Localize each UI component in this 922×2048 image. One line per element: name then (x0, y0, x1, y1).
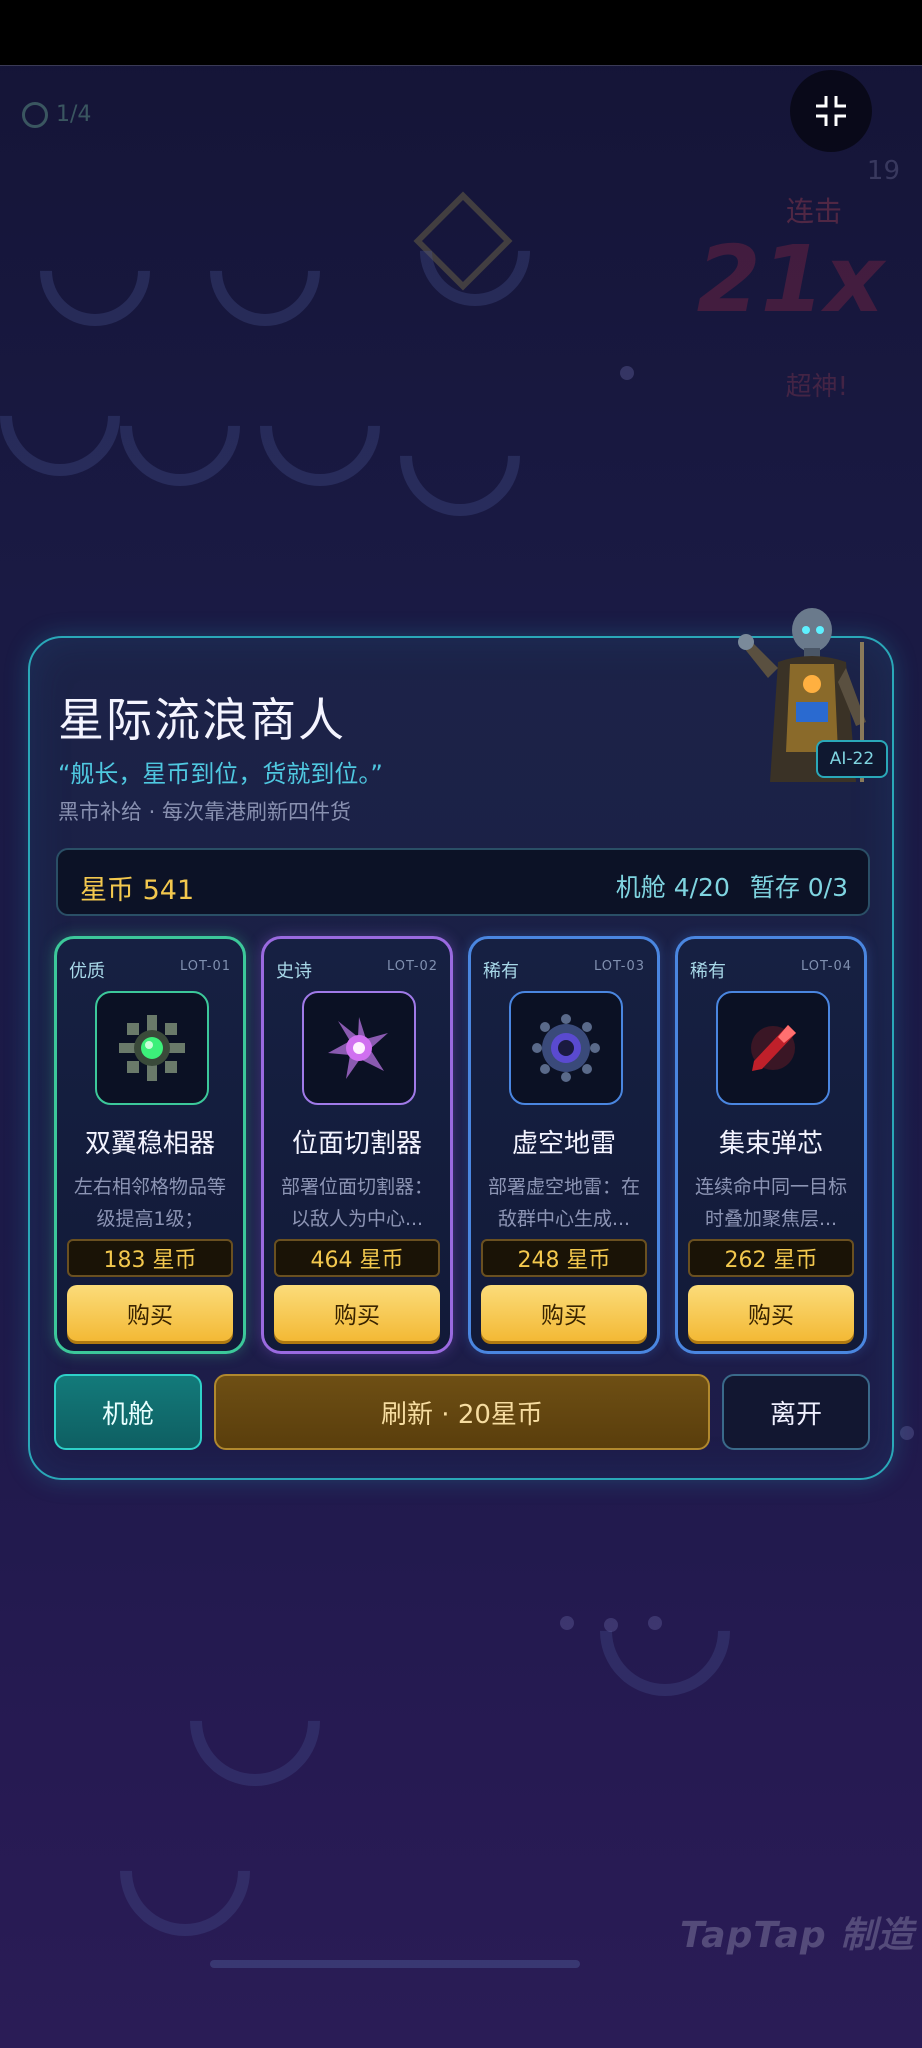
item-rarity: 优质 (69, 961, 105, 982)
bullet-dot (648, 1616, 662, 1630)
enemy-arc (187, 193, 343, 349)
item-name: 虚空地雷 (511, 1129, 616, 1159)
red-bullet-core-icon (751, 1025, 796, 1071)
item-lot: LOT-01 (180, 959, 231, 974)
item-rarity: 稀有 (483, 961, 519, 982)
combo-label: 连击 (785, 195, 842, 228)
item-icon-frame (302, 991, 416, 1105)
item-price: 262 星币 (688, 1239, 854, 1277)
progress-track (210, 1960, 580, 1968)
collapse-fullscreen-button[interactable] (790, 70, 872, 152)
item-card[interactable]: 史诗 LOT-02 位面切割器 部署位面切割器：以敌人为中心... 464 星币… (261, 936, 453, 1354)
enemy-arc (573, 1539, 757, 1723)
item-lot: LOT-02 (387, 959, 438, 974)
buy-button[interactable]: 购买 (67, 1285, 233, 1341)
item-card[interactable]: 优质 LOT-01 双翼稳相器 左右相邻格物品等级提高1级； 183 星币 购买 (54, 936, 246, 1354)
item-name: 位面切割器 (291, 1129, 422, 1159)
enemy-arc (95, 341, 265, 511)
enemy-arc (93, 1779, 277, 1963)
inventory-status: 机舱 4/20 暂存 0/3 (604, 868, 848, 904)
enemy-arc (17, 193, 173, 349)
item-description: 部署虚空地雷：在敌群中心生成... (487, 1176, 640, 1230)
item-description: 部署位面切割器：以敌人为中心... (280, 1176, 433, 1230)
bullet-dot (900, 1426, 914, 1440)
item-icon-frame (509, 991, 623, 1105)
item-name: 双翼稳相器 (84, 1129, 215, 1159)
item-lot: LOT-04 (801, 959, 852, 974)
collapse-icon (816, 96, 846, 126)
item-price: 464 星币 (274, 1239, 440, 1277)
shop-title: 星际流浪商人 (58, 693, 346, 747)
bullet-dot (620, 366, 634, 380)
buy-button[interactable]: 购买 (274, 1285, 440, 1341)
item-lot: LOT-03 (594, 959, 645, 974)
enemy-arc (375, 371, 545, 541)
item-rarity: 史诗 (276, 961, 312, 982)
star-coin-balance: 星币 541 (80, 875, 195, 906)
green-gem-gear-icon (119, 1015, 185, 1081)
enemy-arc (397, 173, 553, 329)
merchant-id-tag: AI-22 (816, 740, 888, 778)
cabin-button[interactable]: 机舱 (54, 1374, 202, 1450)
item-card[interactable]: 稀有 LOT-04 集束弹芯 连续命中同一目标时叠加聚焦层... 262 星币 … (675, 936, 867, 1354)
bullet-dot (560, 1616, 574, 1630)
item-icon-frame (95, 991, 209, 1105)
buy-button[interactable]: 购买 (688, 1285, 854, 1341)
merchant-quote: “舰长，星币到位，货就到位。” (58, 760, 383, 788)
blue-mine-icon (532, 1014, 600, 1082)
purple-crystal-icon (328, 1017, 388, 1079)
item-card-list: 优质 LOT-01 双翼稳相器 左右相邻格物品等级提高1级； 183 星币 购买… (54, 936, 874, 1356)
item-price: 248 星币 (481, 1239, 647, 1277)
enemy-arc (163, 1629, 347, 1813)
shop-action-bar: 机舱 刷新 · 20星币 离开 (54, 1374, 874, 1452)
wave-counter: 1/4 (56, 102, 92, 127)
item-description: 左右相邻格物品等级提高1级； (73, 1176, 226, 1230)
enemy-arc (235, 341, 405, 511)
merchant-shop-panel: 星际流浪商人 “舰长，星币到位，货就到位。” 黑市补给 · 每次靠港刷新四件货 … (28, 608, 894, 1480)
leave-button[interactable]: 离开 (722, 1374, 870, 1450)
corner-counter: 19 (866, 156, 900, 186)
item-card[interactable]: 稀有 LOT-03 虚空地雷 部署虚空地雷：在敌群中心生成... 248 星币 … (468, 936, 660, 1354)
item-description: 连续命中同一目标时叠加聚焦层... (694, 1176, 847, 1230)
buy-button[interactable]: 购买 (481, 1285, 647, 1341)
wave-indicator: 1/4 (22, 102, 91, 128)
combo-value: 21x (696, 226, 884, 333)
wave-icon (22, 102, 48, 128)
bullet-dot (604, 1618, 618, 1632)
item-name: 集束弹芯 (718, 1129, 823, 1159)
resource-bar: 星币 541 机舱 4/20 暂存 0/3 (56, 848, 870, 916)
status-bar (0, 0, 922, 66)
item-icon-frame (716, 991, 830, 1105)
item-rarity: 稀有 (690, 961, 726, 982)
refresh-button[interactable]: 刷新 · 20星币 (214, 1374, 710, 1450)
taptap-watermark: TapTap 制造 (680, 1915, 915, 1956)
storage-capacity: 暂存 0/3 (749, 873, 848, 902)
cabin-capacity: 机舱 4/20 (615, 873, 730, 902)
shop-subtitle: 黑市补给 · 每次靠港刷新四件货 (58, 800, 352, 824)
item-price: 183 星币 (67, 1239, 233, 1277)
combo-rank: 超神! (785, 372, 848, 402)
